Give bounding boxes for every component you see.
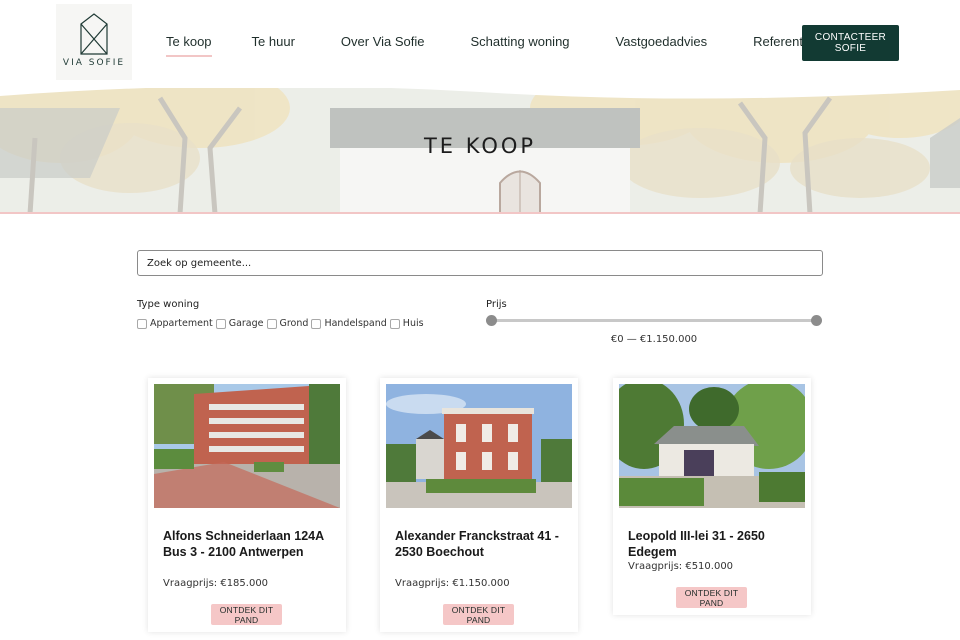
villa-photo bbox=[619, 384, 805, 508]
price-range-value: €0 — €1.150.000 bbox=[610, 334, 698, 345]
slider-max-handle[interactable] bbox=[811, 315, 822, 326]
slider-track[interactable] bbox=[491, 319, 817, 322]
checkbox-huis[interactable] bbox=[389, 318, 400, 329]
listing-card[interactable]: Leopold III-lei 31 - 2650 Edegem Vraagpr… bbox=[613, 378, 811, 615]
checkbox-grond[interactable] bbox=[266, 318, 277, 329]
listing-price: Vraagprijs: €510.000 bbox=[628, 561, 734, 572]
municipality-search-input[interactable] bbox=[137, 250, 823, 276]
main-nav: Te koop Te huur Over Via Sofie Schatting… bbox=[166, 34, 820, 57]
checkbox-appartement[interactable] bbox=[137, 318, 147, 329]
listing-photo[interactable] bbox=[619, 384, 805, 508]
nav-item-over-via-sofie[interactable]: Over Via Sofie bbox=[341, 34, 425, 57]
type-option-label: Handelspand bbox=[324, 318, 387, 329]
listing-card[interactable]: Alfons Schneiderlaan 124A Bus 3 - 2100 A… bbox=[148, 378, 346, 632]
contact-button[interactable]: CONTACTEER SOFIE bbox=[802, 25, 899, 61]
townhouse-photo bbox=[386, 384, 572, 508]
listing-price: Vraagprijs: €185.000 bbox=[163, 578, 269, 589]
type-option-handelspand[interactable]: Handelspand bbox=[311, 318, 387, 329]
nav-item-te-koop[interactable]: Te koop bbox=[166, 34, 212, 57]
discover-property-button[interactable]: ONTDEK DIT PAND bbox=[211, 604, 282, 625]
listing-title[interactable]: Alfons Schneiderlaan 124A Bus 3 - 2100 A… bbox=[163, 528, 333, 560]
listing-price: Vraagprijs: €1.150.000 bbox=[395, 578, 510, 589]
checkbox-garage[interactable] bbox=[215, 318, 226, 329]
site-header: VIA SOFIE Te koop Te huur Over Via Sofie… bbox=[0, 0, 960, 88]
type-option-grond[interactable]: Grond bbox=[266, 318, 309, 329]
listing-title[interactable]: Alexander Franckstraat 41 - 2530 Boechou… bbox=[395, 528, 565, 560]
type-option-label: Huis bbox=[402, 318, 424, 329]
type-option-label: Appartement bbox=[150, 318, 213, 329]
price-range-slider[interactable] bbox=[486, 315, 822, 326]
nav-item-vastgoedadvies[interactable]: Vastgoedadvies bbox=[616, 34, 708, 57]
discover-property-button[interactable]: ONTDEK DIT PAND bbox=[443, 604, 514, 625]
type-filter-label: Type woning bbox=[137, 299, 200, 310]
type-option-appartement[interactable]: Appartement bbox=[137, 318, 213, 329]
apartment-photo bbox=[154, 384, 340, 508]
page-title: TE KOOP bbox=[423, 134, 537, 158]
discover-property-button[interactable]: ONTDEK DIT PAND bbox=[676, 587, 747, 608]
type-option-huis[interactable]: Huis bbox=[389, 318, 424, 329]
nav-item-te-huur[interactable]: Te huur bbox=[252, 34, 295, 57]
checkbox-handelspand[interactable] bbox=[311, 318, 322, 329]
listing-photo[interactable] bbox=[386, 384, 572, 508]
hero-banner: TE KOOP bbox=[0, 78, 960, 214]
nav-item-schatting-woning[interactable]: Schatting woning bbox=[471, 34, 570, 57]
house-logo-icon bbox=[80, 13, 108, 55]
price-filter-label: Prijs bbox=[486, 299, 507, 310]
hero-divider bbox=[0, 212, 960, 214]
logo-text: VIA SOFIE bbox=[62, 58, 126, 68]
listing-card[interactable]: Alexander Franckstraat 41 - 2530 Boechou… bbox=[380, 378, 578, 632]
type-option-label: Grond bbox=[279, 318, 309, 329]
site-logo[interactable]: VIA SOFIE bbox=[56, 4, 132, 80]
listing-title[interactable]: Leopold III-lei 31 - 2650 Edegem bbox=[628, 528, 798, 560]
type-option-label: Garage bbox=[228, 318, 264, 329]
type-filter-group: Appartement Garage Grond Handelspand Hui… bbox=[137, 318, 427, 329]
type-option-garage[interactable]: Garage bbox=[215, 318, 264, 329]
slider-min-handle[interactable] bbox=[486, 315, 497, 326]
listing-photo[interactable] bbox=[154, 384, 340, 508]
